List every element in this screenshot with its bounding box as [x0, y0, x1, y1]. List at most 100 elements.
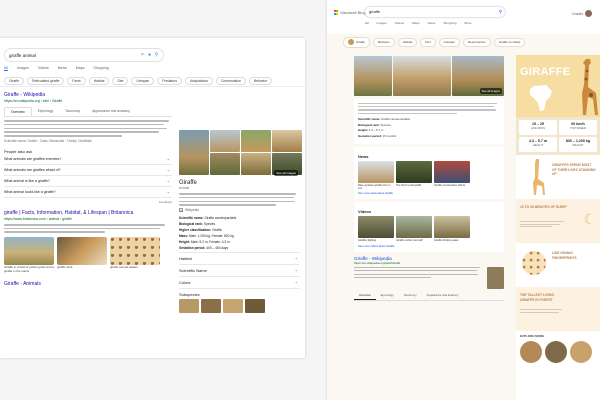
infographic-hero: GIRAFFE — [516, 55, 600, 117]
google-search-input[interactable]: giraffe animal — [9, 53, 138, 58]
result-title-link[interactable]: Giraffe - Animals — [4, 281, 172, 287]
bing-search-input[interactable]: giraffe ⚲ — [365, 7, 505, 17]
explore-thumbnail[interactable] — [545, 341, 567, 363]
chip[interactable]: Behavior — [372, 38, 395, 47]
kp-section-scientific-name[interactable]: Scientific Name ⌄ — [179, 264, 300, 276]
chip[interactable]: Habitat — [397, 38, 418, 47]
knowledge-panel: See all images Giraffe Animal W Wikipedi… — [179, 130, 302, 316]
tab-shopping[interactable]: Shopping — [443, 21, 456, 25]
chevron-down-icon: ⌄ — [166, 177, 170, 183]
tab-more[interactable]: More — [464, 21, 471, 25]
divider — [0, 86, 305, 87]
result-thumbnail[interactable] — [487, 266, 504, 289]
mic-icon[interactable]: ● — [147, 52, 152, 58]
tab-all[interactable]: All — [365, 21, 368, 25]
chip[interactable]: Giraffe — [4, 77, 25, 86]
see-all-images-button[interactable]: See all images — [479, 88, 502, 94]
result-britannica: giraffe | Facts, Information, Habitat, &… — [4, 210, 172, 274]
kp-section-habitat[interactable]: Habitat ⌄ — [179, 252, 300, 264]
google-refine-chips: Giraffe Reticulated giraffe Facts Habita… — [4, 77, 273, 86]
google-search-box[interactable]: giraffe animal × ● ⚲ — [4, 48, 164, 62]
chip[interactable]: Habitat — [88, 77, 110, 86]
result-section-tabs: Overview Etymology Taxonomy Appearance a… — [354, 292, 504, 301]
video-card[interactable]: Giraffe drinking water — [434, 216, 470, 242]
result-thumbnail[interactable]: giraffe animal pattern — [110, 237, 160, 274]
fact-row: Higher classification: Giraffa — [179, 228, 222, 233]
knowledge-panel-source[interactable]: W Wikipedia — [179, 208, 300, 213]
result-snippet — [4, 120, 172, 137]
feedback-link[interactable]: Feedback — [4, 200, 172, 204]
chevron-down-icon: ⌄ — [294, 267, 298, 273]
infographic-fact-4: THE TALLEST LIVING GIRAFFE IS FOREST — [516, 287, 600, 331]
paa-question[interactable]: What animals are giraffes enemies? ⌄ — [4, 154, 172, 165]
chip[interactable]: Lifespan — [131, 77, 155, 86]
chip[interactable]: Diet — [420, 38, 436, 47]
section-tab[interactable]: Appearance and anatomy — [421, 292, 463, 300]
avatar[interactable] — [585, 10, 592, 17]
section-tab[interactable]: Appearance and anatomy — [86, 107, 136, 116]
kp-section-colors[interactable]: Colors ⌄ — [179, 276, 300, 288]
tab-images[interactable]: Images — [376, 21, 386, 25]
bing-logo[interactable]: Microsoft Bing — [334, 10, 366, 15]
search-icon[interactable]: ⚲ — [154, 52, 159, 58]
stat-tile: 60 km/h TOP SPEED — [559, 120, 597, 135]
tab-videos[interactable]: Videos — [395, 21, 404, 25]
result-title-link[interactable]: Giraffe - Wikipedia — [4, 92, 172, 98]
chip[interactable]: Diet — [112, 77, 129, 86]
paa-question[interactable]: What animal looks like a giraffe? ⌄ — [4, 187, 172, 198]
result-thumbnail[interactable]: giraffe neck — [57, 237, 107, 274]
result-thumbnail[interactable]: Giraffe in a field of yellow grass and a… — [4, 237, 54, 274]
paa-question[interactable]: What animal is like a giraffe? ⌄ — [4, 176, 172, 187]
chip[interactable]: Behavior — [248, 77, 273, 86]
bing-results-page: Microsoft Bing giraffe ⚲ All Images Vide… — [327, 0, 600, 400]
tab-shopping[interactable]: Shopping — [94, 66, 109, 71]
result-url: https://www.britannica.com › animal › gi… — [4, 216, 72, 221]
infographic-fact-2: 10 TO 30 MINUTES OF SLEEP ☾ — [516, 199, 600, 243]
video-card[interactable]: Giraffe mother and calf — [396, 216, 432, 242]
chip[interactable]: Predators — [157, 77, 183, 86]
tab-images[interactable]: Images — [17, 66, 29, 71]
video-card[interactable]: Giraffes fighting — [358, 216, 394, 242]
chip[interactable]: Lifespan — [438, 38, 460, 47]
tab-videos[interactable]: Videos — [38, 66, 49, 71]
stat-tile: 4.3 – 5.7 m HEIGHT — [519, 137, 557, 152]
news-card[interactable]: Giraffe conservation efforts — [434, 161, 470, 190]
explore-thumbnail[interactable] — [520, 341, 542, 363]
section-tab[interactable]: Overview — [354, 292, 376, 300]
section-tab[interactable]: Etymology — [376, 292, 399, 300]
chip[interactable]: Giraffe vs Okapi — [493, 38, 526, 47]
tab-maps[interactable]: Maps — [412, 21, 420, 25]
knowledge-panel-images[interactable]: See all images — [179, 130, 302, 176]
tab-maps[interactable]: Maps — [76, 66, 85, 71]
tab-news[interactable]: News — [58, 66, 67, 71]
section-tab[interactable]: Taxonomy — [399, 292, 422, 300]
close-icon[interactable]: × — [140, 52, 145, 58]
paa-question[interactable]: What animals are giraffes afraid of? ⌄ — [4, 165, 172, 176]
bing-hero-images[interactable]: See all images — [354, 56, 504, 96]
see-all-images-button[interactable]: See all images — [274, 170, 298, 176]
see-more-news-link[interactable]: See more news about Giraffe — [358, 192, 500, 195]
chip[interactable]: Facts — [67, 77, 86, 86]
chip[interactable]: Conservation — [215, 77, 246, 86]
chip[interactable]: Adaptations — [185, 77, 213, 86]
chip[interactable]: Reproduction — [463, 38, 491, 47]
kp-section-subspecies[interactable]: Subspecies — [179, 288, 300, 316]
chip[interactable]: Giraffe — [343, 37, 370, 48]
section-tab[interactable]: Etymology — [32, 107, 59, 116]
news-card[interactable]: Rare spotless giraffe born in zoo — [358, 161, 394, 190]
see-more-videos-link[interactable]: See more videos about Giraffe — [358, 245, 500, 248]
search-icon[interactable]: ⚲ — [499, 7, 502, 17]
tab-all[interactable]: All — [4, 66, 8, 71]
tab-news[interactable]: News — [428, 21, 436, 25]
explore-thumbnail[interactable] — [570, 341, 592, 363]
section-tab[interactable]: Overview — [4, 107, 32, 116]
infographic-stats: 15 – 25 LIFE SPAN 60 km/h TOP SPEED 4.3 – … — [516, 117, 600, 155]
chip[interactable]: Reticulated giraffe — [27, 77, 65, 86]
bing-user[interactable]: Charles — [572, 10, 592, 17]
result-title-link[interactable]: giraffe | Facts, Information, Habitat, &… — [4, 210, 172, 216]
news-card[interactable]: The fall of a tall giraffe — [396, 161, 432, 190]
giraffe-thumb-icon — [348, 39, 354, 46]
bing-main-column: See all images Scientific name: Giraffa … — [354, 56, 504, 301]
section-tab[interactable]: Taxonomy — [59, 107, 86, 116]
chevron-down-icon: ⌄ — [166, 155, 170, 161]
